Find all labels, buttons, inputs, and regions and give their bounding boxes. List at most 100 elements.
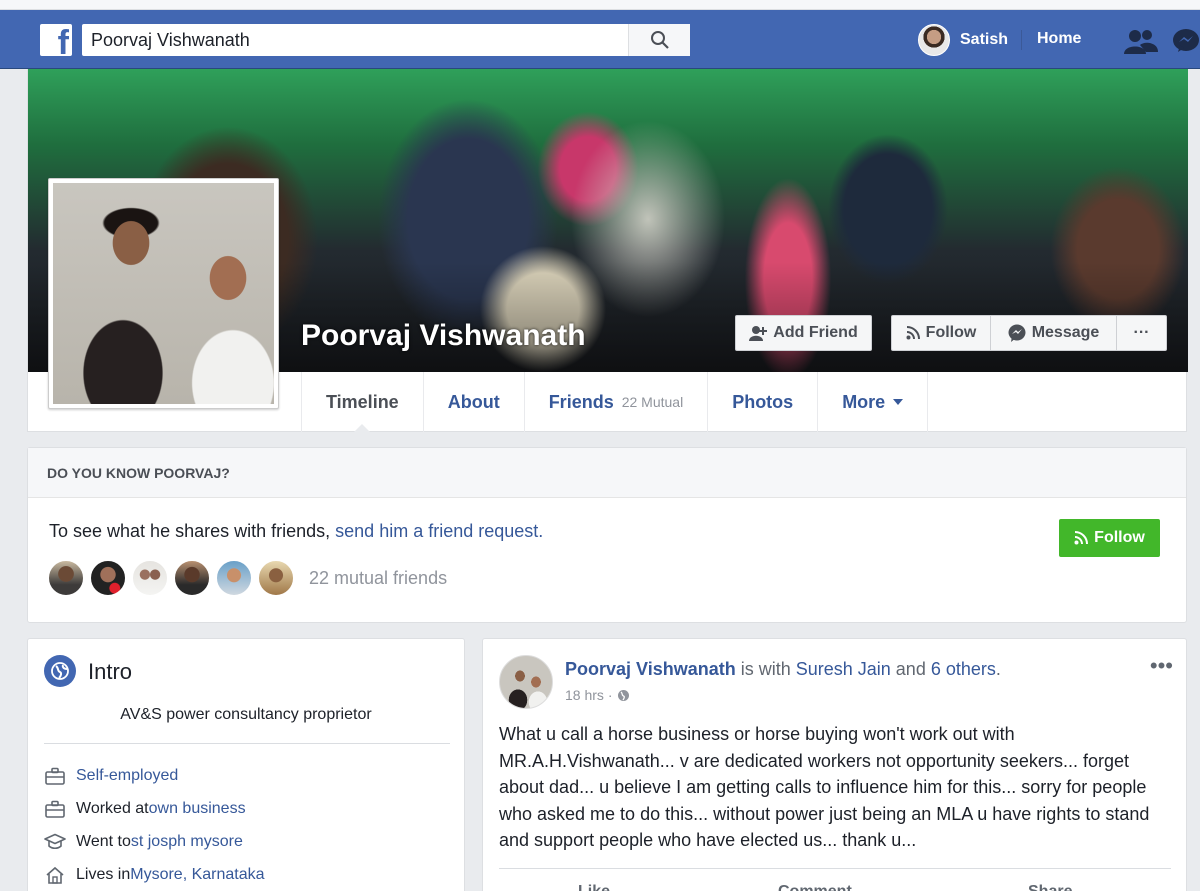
tab-timeline-label: Timeline: [326, 391, 399, 412]
post-body-text: What u call a horse business or horse bu…: [499, 724, 1150, 850]
intro-item-education-prefix: Went to: [76, 833, 131, 850]
profile-picture-frame[interactable]: [48, 178, 279, 409]
comment-button[interactable]: Comment: [778, 883, 852, 891]
mutual-friends-row: 22 mutual friends: [47, 559, 447, 597]
messenger-icon: [1173, 29, 1199, 52]
intro-card: Intro AV&S power consultancy proprietor …: [27, 638, 465, 891]
post-headline: Poorvaj Vishwanath is with Suresh Jain a…: [565, 659, 1001, 680]
post-author-link[interactable]: Poorvaj Vishwanath: [565, 659, 736, 679]
post-meta-dot: ·: [607, 687, 613, 703]
intro-item-location: Lives in Mysore, Karnataka: [44, 865, 265, 885]
rss-icon: [1074, 531, 1089, 545]
intro-item-work: Self-employed: [44, 766, 178, 786]
post-card: Poorvaj Vishwanath is with Suresh Jain a…: [482, 638, 1187, 891]
rss-icon: [906, 326, 920, 340]
mutual-friend-avatar[interactable]: [131, 559, 169, 597]
home-icon: [44, 865, 66, 885]
add-friend-icon: [749, 326, 768, 341]
search-input[interactable]: [82, 24, 628, 56]
intro-item-worked-at-prefix: Worked at: [76, 800, 149, 817]
mutual-friends-count: 22 Mutual: [621, 394, 684, 410]
profile-tabs: Timeline About Friends 22 Mutual Photos M…: [301, 372, 929, 433]
intro-item-worked-at-link[interactable]: own business: [149, 800, 246, 818]
post-with-text: is with: [735, 659, 796, 679]
more-dots-icon: ···: [1133, 324, 1150, 341]
top-navbar: f Satish Home: [0, 10, 1200, 69]
post-period: .: [995, 659, 1001, 679]
tab-about-label: About: [447, 391, 500, 412]
search-button[interactable]: [628, 24, 690, 56]
comment-label: Comment: [778, 883, 852, 891]
intro-item-education-link[interactable]: st josph mysore: [131, 833, 243, 851]
mutual-friend-avatar[interactable]: [173, 559, 211, 597]
facebook-f-icon: f: [57, 24, 69, 62]
profile-name[interactable]: Poorvaj Vishwanath: [301, 319, 586, 353]
intro-title: Intro: [88, 659, 133, 684]
tab-photos[interactable]: Photos: [707, 372, 817, 432]
globe-icon: [44, 655, 76, 687]
caret-down-icon: [893, 399, 904, 405]
do-you-know-heading: DO YOU KNOW POORVAJ?: [28, 448, 1186, 498]
intro-item-work-link[interactable]: Self-employed: [76, 767, 178, 785]
briefcase-icon: [44, 799, 66, 819]
nav-profile-link[interactable]: Satish: [918, 23, 1008, 57]
nav-divider: [1021, 30, 1022, 50]
follow-label: Follow: [925, 324, 977, 341]
messages-button[interactable]: [1172, 28, 1200, 59]
follow-button-green[interactable]: Follow: [1059, 519, 1160, 557]
messenger-icon: [1008, 324, 1026, 342]
share-label: Share: [1028, 883, 1072, 891]
nav-user-name: Satish: [960, 31, 1009, 48]
public-globe-icon[interactable]: [617, 689, 630, 702]
do-you-know-card: DO YOU KNOW POORVAJ? To see what he shar…: [27, 447, 1187, 623]
post-options-button[interactable]: •••: [1150, 655, 1173, 677]
tab-photos-label: Photos: [732, 391, 794, 412]
tab-timeline[interactable]: Timeline: [301, 372, 423, 433]
tab-about[interactable]: About: [422, 372, 524, 432]
graduation-cap-icon: [44, 832, 66, 852]
intro-item-worked-at: Worked at own business: [44, 799, 246, 819]
post-author-avatar[interactable]: [499, 655, 553, 709]
add-friend-label: Add Friend: [773, 324, 858, 341]
send-friend-request-link[interactable]: send him a friend request.: [335, 521, 543, 541]
tab-more-label: More: [842, 391, 886, 412]
message-label: Message: [1031, 324, 1100, 341]
briefcase-icon: [44, 766, 66, 786]
mutual-friend-avatar[interactable]: [215, 559, 253, 597]
tab-friends[interactable]: Friends 22 Mutual: [523, 372, 708, 432]
nav-home-link[interactable]: Home: [1037, 30, 1081, 48]
facebook-logo[interactable]: f: [40, 24, 72, 60]
search-icon: [650, 31, 669, 49]
more-options-button[interactable]: ···: [1116, 315, 1167, 351]
tab-friends-label: Friends: [548, 391, 614, 412]
intro-bio: AV&S power consultancy proprietor: [120, 706, 372, 723]
post-tagged-link[interactable]: Suresh Jain: [796, 659, 891, 679]
friend-request-prompt-text: To see what he shares with friends,: [49, 521, 336, 541]
post-others-link[interactable]: 6 others: [931, 659, 996, 679]
mutual-friend-avatar[interactable]: [257, 559, 295, 597]
intro-divider: [44, 743, 450, 744]
add-friend-button[interactable]: Add Friend: [735, 315, 872, 351]
tabs-end-divider: [927, 372, 929, 432]
mutual-friend-avatar[interactable]: [47, 559, 85, 597]
search-box: [82, 24, 690, 56]
mutual-friend-avatar[interactable]: [89, 559, 127, 597]
like-label: Like: [578, 883, 610, 891]
post-divider: [499, 868, 1171, 869]
message-button[interactable]: Message: [990, 315, 1117, 351]
post-timestamp[interactable]: 18 hrs: [565, 687, 604, 703]
mutual-friends-total[interactable]: 22 mutual friends: [309, 568, 447, 589]
profile-picture: [53, 183, 274, 404]
like-button[interactable]: Like: [578, 883, 610, 891]
friend-requests-button[interactable]: [1124, 28, 1158, 59]
follow-green-label: Follow: [1094, 529, 1145, 546]
intro-item-location-link[interactable]: Mysore, Karnataka: [130, 866, 264, 884]
browser-top-strip: [0, 0, 1200, 10]
tab-more[interactable]: More: [817, 372, 927, 432]
follow-button[interactable]: Follow: [891, 315, 991, 351]
share-button[interactable]: Share: [1028, 883, 1072, 891]
post-and-text: and: [890, 659, 931, 679]
intro-item-education: Went to st josph mysore: [44, 832, 243, 852]
avatar: [918, 24, 950, 56]
friend-request-prompt: To see what he shares with friends, send…: [49, 521, 543, 542]
